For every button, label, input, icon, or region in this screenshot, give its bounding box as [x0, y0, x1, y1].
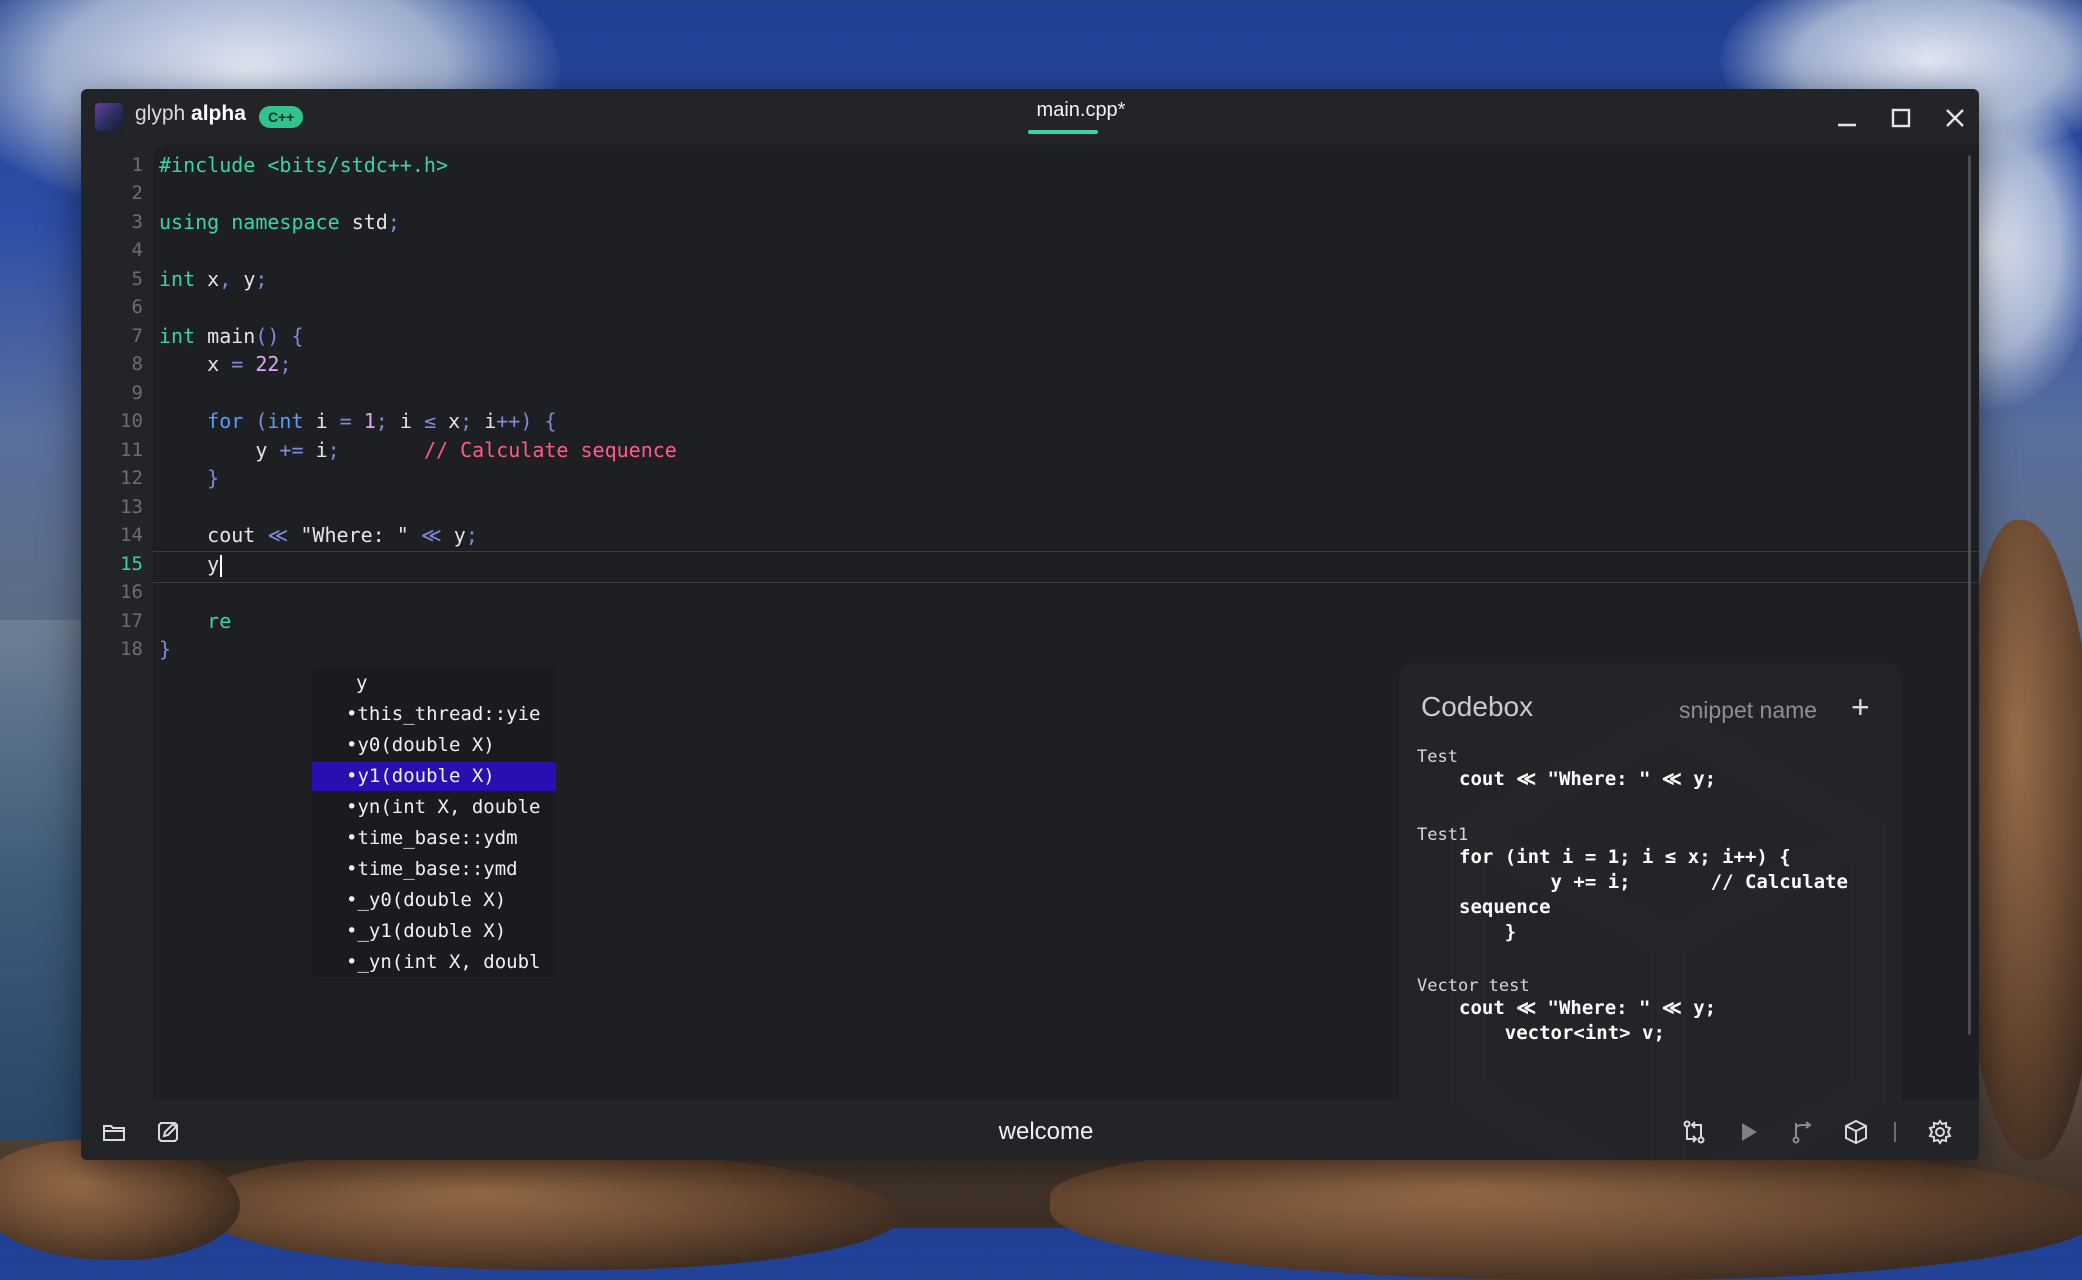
codebox-panel: Codebox snippet name + Test cout ≪ "Wher…: [1399, 663, 1901, 1160]
active-line-highlight: [153, 551, 1979, 583]
code-line[interactable]: int x, y;: [159, 267, 267, 291]
open-folder-button[interactable]: [101, 1119, 127, 1145]
minimize-icon: [1838, 123, 1856, 127]
run-icon: [1742, 1123, 1757, 1141]
line-number: 10: [120, 410, 143, 432]
compare-icon: [1683, 1120, 1705, 1144]
line-number: 17: [120, 610, 143, 632]
tab-main-cpp[interactable]: main.cpp*: [1016, 99, 1146, 122]
app-name: glyph alpha: [135, 102, 246, 126]
autocomplete-item[interactable]: •_yn(int X, doubl: [312, 948, 556, 977]
minimize-button[interactable]: [1830, 101, 1864, 135]
line-number: 14: [120, 524, 143, 546]
line-number: 16: [120, 581, 143, 603]
code-line[interactable]: for (int i = 1; i ≤ x; i++) {: [159, 409, 556, 433]
active-tab-indicator: [1028, 130, 1098, 134]
line-number: 2: [131, 182, 143, 204]
add-snippet-button[interactable]: +: [1851, 689, 1870, 726]
snippet-title[interactable]: Test1: [1417, 825, 1468, 845]
autocomplete-item[interactable]: •yn(int X, double: [312, 793, 556, 822]
line-number: 7: [131, 325, 143, 347]
code-line-active[interactable]: y: [159, 552, 223, 577]
autocomplete-popup: y •this_thread::yie •y0(double X) •y1(do…: [312, 667, 556, 977]
line-number: 9: [131, 382, 143, 404]
edit-icon: [158, 1122, 178, 1142]
autocomplete-item[interactable]: •_y1(double X): [312, 917, 556, 946]
settings-icon: [1928, 1119, 1952, 1145]
code-line[interactable]: re: [159, 609, 231, 633]
snippet-code[interactable]: cout ≪ "Where: " ≪ y; vector<int> v;: [1459, 996, 1716, 1046]
folder-icon: [103, 1125, 125, 1141]
code-line[interactable]: }: [159, 466, 219, 490]
line-number: 13: [120, 496, 143, 518]
run-button[interactable]: [1735, 1119, 1761, 1145]
compare-button[interactable]: [1681, 1119, 1707, 1145]
code-line[interactable]: #include <bits/stdc++.h>: [159, 153, 448, 177]
close-button[interactable]: [1938, 101, 1972, 135]
autocomplete-item[interactable]: •time_base::ydm: [312, 824, 556, 853]
branch-button[interactable]: [1789, 1119, 1815, 1145]
snippet-title[interactable]: Test: [1417, 747, 1458, 767]
line-number-active: 15: [120, 553, 143, 575]
language-badge: C++: [259, 106, 304, 128]
title-bar[interactable]: glyph alpha C++ main.cpp*: [81, 89, 1979, 145]
line-number: 18: [120, 638, 143, 660]
line-number: 6: [131, 296, 143, 318]
line-number: 1: [131, 154, 143, 176]
app-name-light: glyph: [135, 102, 186, 125]
code-line[interactable]: x = 22;: [159, 352, 291, 376]
settings-button[interactable]: [1927, 1119, 1953, 1145]
code-line[interactable]: }: [159, 637, 171, 661]
autocomplete-item[interactable]: •y0(double X): [312, 731, 556, 760]
status-bar: welcome: [81, 1100, 1979, 1160]
snippet-code[interactable]: for (int i = 1; i ≤ x; i++) { y += i; //…: [1459, 845, 1848, 945]
code-line[interactable]: cout ≪ "Where: " ≪ y;: [159, 523, 478, 547]
edit-button[interactable]: [155, 1119, 181, 1145]
code-line[interactable]: using namespace std;: [159, 210, 400, 234]
line-number: 3: [131, 211, 143, 233]
text-caret: [220, 554, 223, 577]
package-icon: [1845, 1119, 1867, 1145]
snippet-code[interactable]: cout ≪ "Where: " ≪ y;: [1459, 767, 1716, 792]
maximize-icon: [1891, 108, 1911, 128]
maximize-button[interactable]: [1884, 101, 1918, 135]
package-button[interactable]: [1843, 1119, 1869, 1145]
branch-icon: [1792, 1121, 1812, 1144]
snippet-name-input[interactable]: snippet name: [1679, 697, 1817, 724]
autocomplete-item-selected[interactable]: •y1(double X): [312, 762, 556, 791]
status-separator: [1894, 1122, 1896, 1142]
line-number: 11: [120, 439, 143, 461]
autocomplete-item[interactable]: •time_base::ymd: [312, 855, 556, 884]
snippet-title[interactable]: Vector test: [1417, 976, 1530, 996]
codebox-title: Codebox: [1421, 691, 1534, 722]
autocomplete-item[interactable]: y: [312, 669, 556, 698]
autocomplete-item[interactable]: •_y0(double X): [312, 886, 556, 915]
app-name-bold: alpha: [191, 102, 246, 125]
editor-scrollbar[interactable]: [1968, 155, 1971, 1035]
close-icon: [1946, 109, 1964, 127]
status-message: welcome: [998, 1118, 1094, 1145]
line-number: 4: [131, 239, 143, 261]
code-line[interactable]: y += i; // Calculate sequence: [159, 438, 677, 462]
line-number: 5: [131, 268, 143, 290]
autocomplete-item[interactable]: •this_thread::yie: [312, 700, 556, 729]
code-line[interactable]: int main() {: [159, 324, 304, 348]
editor-window: glyph alpha C++ main.cpp* 1 2 3 4 5 6 7 …: [81, 89, 1979, 1160]
line-number: 12: [120, 467, 143, 489]
line-number: 8: [131, 353, 143, 375]
app-logo: [95, 103, 123, 131]
